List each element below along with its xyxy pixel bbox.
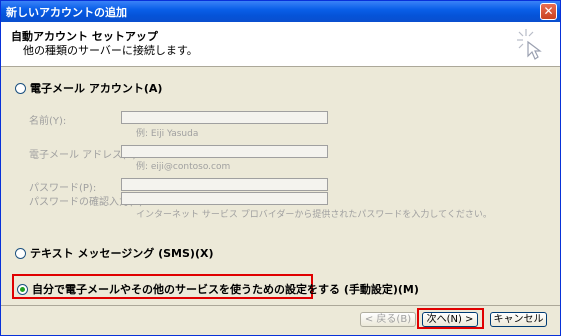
sms-radio[interactable] xyxy=(15,247,26,259)
manual-setup-label: 自分で電子メールやその他のサービスを使うための設定をする (手動設定)(M) xyxy=(32,283,419,296)
password-hint: インターネット サービス プロバイダーから提供されたパスワードを入力してください… xyxy=(136,210,492,220)
footer-divider xyxy=(1,305,560,306)
password-label: パスワード(P): xyxy=(29,183,97,194)
email-account-option[interactable]: 電子メール アカウント(A) xyxy=(15,80,162,96)
email-address-input[interactable] xyxy=(121,145,328,158)
email-account-label: 電子メール アカウント(A) xyxy=(30,82,163,95)
manual-setup-option[interactable]: 自分で電子メールやその他のサービスを使うための設定をする (手動設定)(M) xyxy=(17,281,419,297)
page-subtitle: 他の種類のサーバーに接続します。 xyxy=(23,44,198,57)
close-icon: ✕ xyxy=(543,4,554,18)
name-example: 例: Eiji Yasuda xyxy=(136,129,199,139)
dialog-window: 新しいアカウントの追加 ✕ 自動アカウント セットアップ 他の種類のサーバーに接… xyxy=(0,0,561,336)
name-input[interactable] xyxy=(121,111,328,124)
window-title: 新しいアカウントの追加 xyxy=(6,6,127,19)
name-label: 名前(Y): xyxy=(29,116,67,127)
wizard-content: 電子メール アカウント(A) 名前(Y): 例: Eiji Yasuda 電子メ… xyxy=(1,67,560,305)
manual-setup-radio[interactable] xyxy=(17,283,28,295)
password-confirm-input[interactable] xyxy=(121,192,328,205)
next-button[interactable]: 次へ(N) > xyxy=(422,312,478,327)
title-bar[interactable]: 新しいアカウントの追加 ✕ xyxy=(1,1,560,22)
back-button[interactable]: < 戻る(B) xyxy=(360,312,416,327)
email-example: 例: eiji@contoso.com xyxy=(136,162,231,172)
cancel-button[interactable]: キャンセル xyxy=(490,312,547,327)
sms-option[interactable]: テキスト メッセージング (SMS)(X) xyxy=(15,245,214,261)
wizard-header: 自動アカウント セットアップ 他の種類のサーバーに接続します。 xyxy=(1,22,560,67)
sms-label: テキスト メッセージング (SMS)(X) xyxy=(30,247,214,260)
wizard-sparkle-icon xyxy=(517,29,542,60)
close-button[interactable]: ✕ xyxy=(540,3,557,20)
email-account-radio[interactable] xyxy=(15,82,26,94)
password-input[interactable] xyxy=(121,178,328,191)
